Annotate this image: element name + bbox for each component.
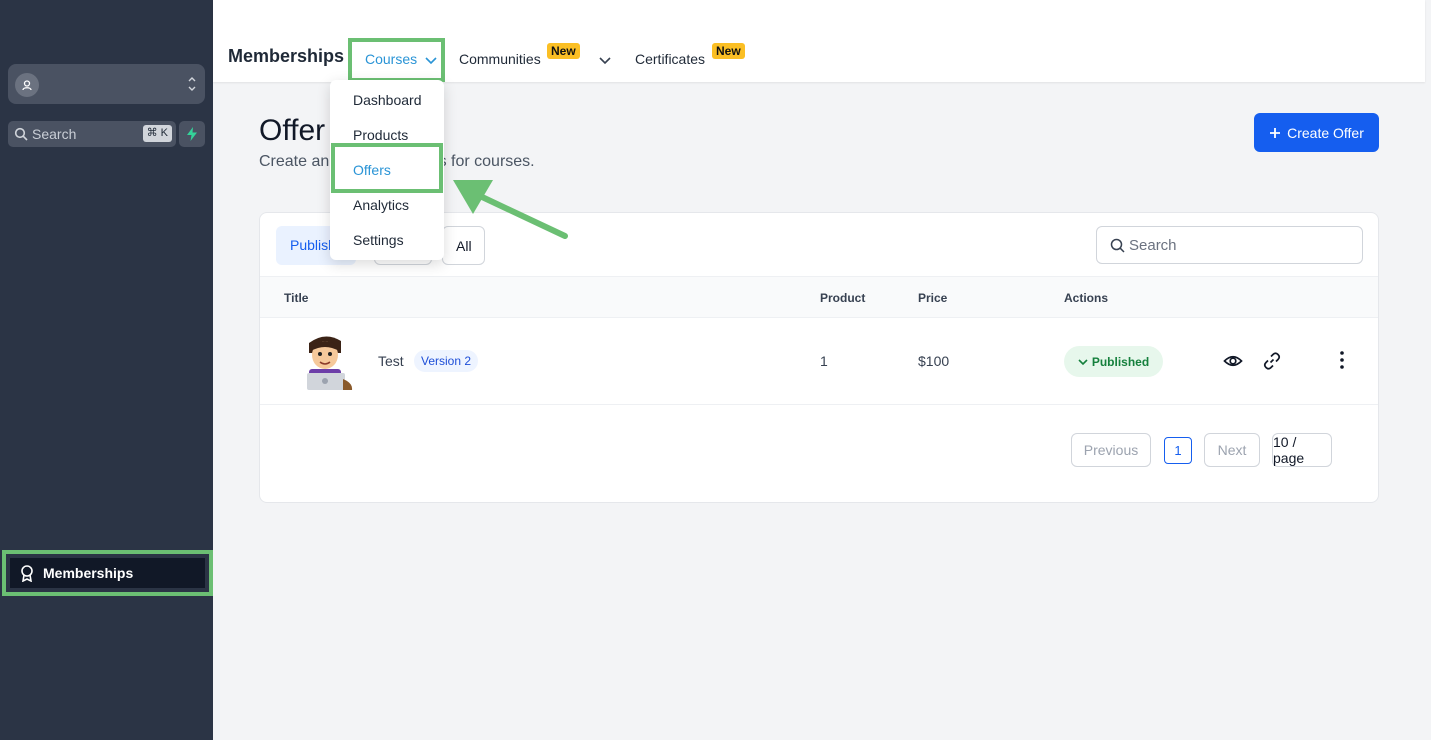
- location-avatar-icon: [15, 73, 39, 97]
- page-subtitle-right: rs for courses.: [433, 153, 535, 170]
- page-size-select[interactable]: 10 / page: [1272, 433, 1332, 467]
- location-switcher[interactable]: [8, 64, 205, 104]
- arrow-annotation-icon: [453, 180, 568, 239]
- eye-icon[interactable]: [1223, 351, 1243, 376]
- sidebar-item-label: Memberships: [43, 565, 134, 581]
- table-row[interactable]: Test Version 2 1 $100 Published: [260, 318, 1378, 405]
- menu-item-dashboard[interactable]: Dashboard: [353, 92, 422, 108]
- more-vertical-icon[interactable]: [1334, 350, 1350, 375]
- top-navigation: Memberships Courses Communities New Cert…: [213, 0, 1425, 82]
- column-actions: Actions: [1064, 291, 1109, 305]
- search-icon: [1110, 238, 1125, 257]
- tab-courses-label: Courses: [365, 51, 418, 67]
- new-badge: New: [547, 43, 580, 59]
- status-label: Published: [1091, 354, 1150, 369]
- search-placeholder: Search: [1129, 237, 1177, 254]
- page-title: Offer: [259, 114, 326, 147]
- column-product: Product: [820, 291, 866, 305]
- bolt-icon: [187, 127, 197, 141]
- search-icon: [14, 127, 28, 146]
- menu-item-products[interactable]: Products: [353, 127, 408, 143]
- quick-action-button[interactable]: [179, 121, 205, 147]
- badge-icon: [18, 564, 36, 587]
- status-dropdown[interactable]: Published: [1064, 346, 1163, 377]
- create-offer-label: Create Offer: [1287, 124, 1364, 141]
- page-subtitle-left: Create an: [259, 153, 330, 170]
- page-section-title: Memberships: [228, 46, 345, 66]
- sidebar-item-memberships[interactable]: Memberships: [2, 550, 213, 596]
- offers-search-input[interactable]: Search: [1096, 226, 1363, 264]
- tab-courses[interactable]: Courses: [348, 38, 445, 82]
- create-offer-button[interactable]: Create Offer: [1254, 113, 1379, 152]
- sidebar: Search ⌘ K Memberships: [0, 0, 213, 740]
- chevron-up-down-icon: [187, 74, 197, 96]
- pagination-page-1[interactable]: 1: [1164, 437, 1192, 464]
- column-price: Price: [918, 291, 948, 305]
- pagination-next-button[interactable]: Next: [1204, 433, 1260, 467]
- table-header: Title Product Price Actions: [260, 276, 1378, 318]
- menu-item-settings[interactable]: Settings: [353, 232, 404, 248]
- tab-certificates[interactable]: Certificates: [635, 51, 705, 67]
- offer-title[interactable]: Test: [378, 353, 404, 369]
- offer-product-count: 1: [820, 353, 828, 369]
- version-badge: Version 2: [414, 350, 479, 372]
- sidebar-search[interactable]: Search ⌘ K: [8, 121, 176, 147]
- offer-thumbnail: [307, 336, 353, 390]
- link-icon[interactable]: [1262, 351, 1282, 376]
- tab-communities[interactable]: Communities: [459, 51, 541, 67]
- pagination-previous-button[interactable]: Previous: [1071, 433, 1151, 467]
- chevron-down-icon: [1078, 358, 1088, 365]
- sidebar-search-placeholder: Search: [32, 126, 77, 142]
- chevron-down-icon: [425, 52, 437, 70]
- menu-item-offers-label: Offers: [353, 162, 391, 178]
- offer-price: $100: [918, 353, 950, 369]
- column-title: Title: [284, 291, 309, 305]
- plus-icon: [1270, 127, 1281, 138]
- chevron-down-icon[interactable]: [599, 52, 611, 70]
- menu-item-analytics[interactable]: Analytics: [353, 197, 409, 213]
- new-badge: New: [712, 43, 745, 59]
- menu-item-offers[interactable]: Offers: [331, 143, 443, 193]
- search-shortcut: ⌘ K: [142, 125, 172, 142]
